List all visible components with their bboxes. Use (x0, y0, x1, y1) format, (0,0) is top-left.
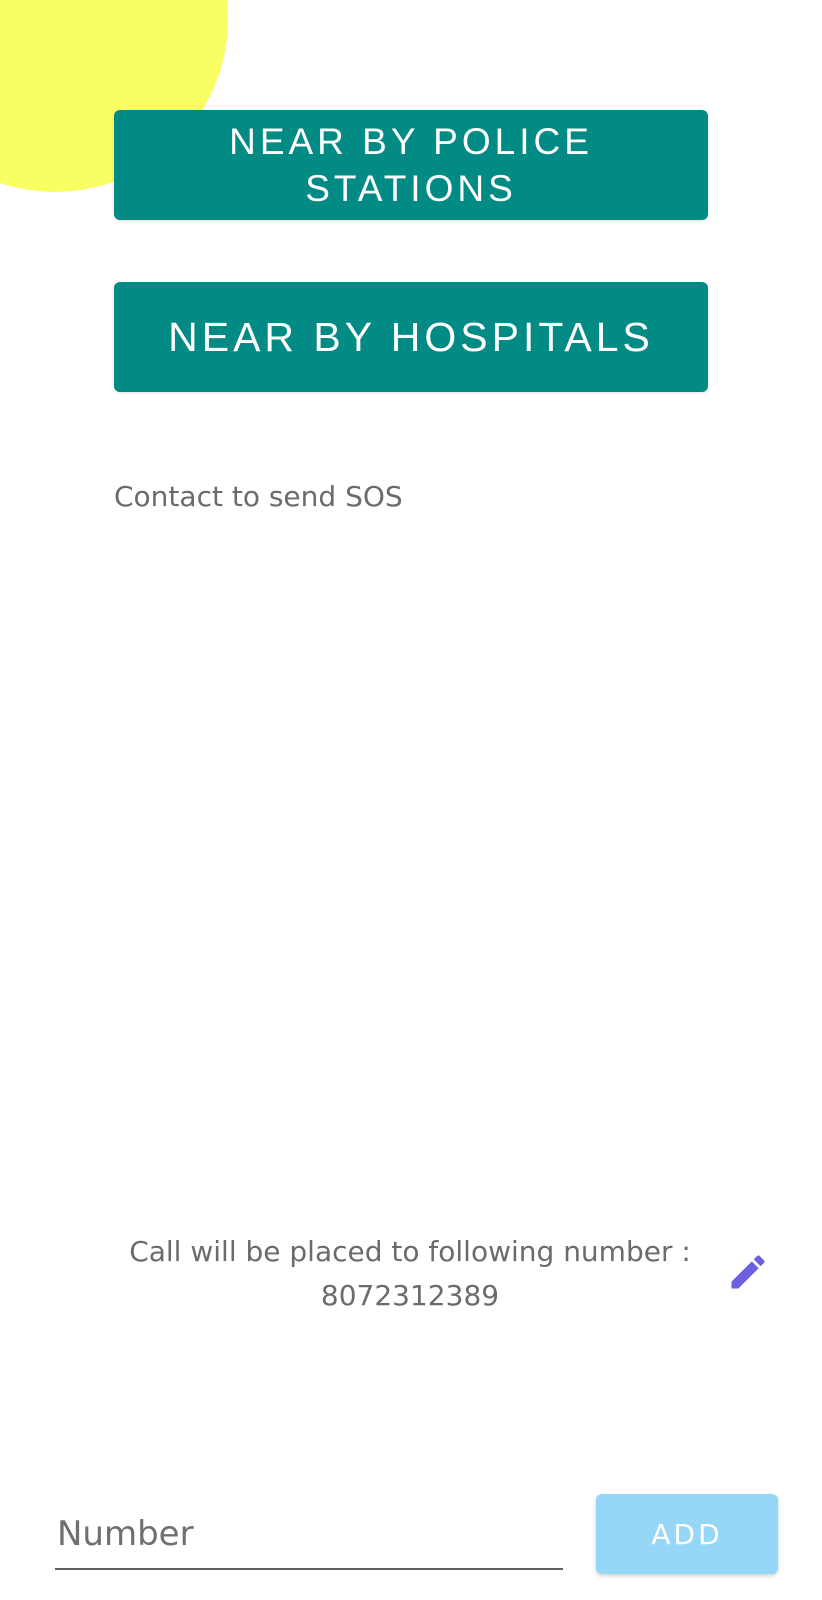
nearby-police-stations-button[interactable]: NEAR BY POLICE STATIONS (114, 110, 708, 220)
pencil-icon (731, 1255, 765, 1289)
sos-screen: NEAR BY POLICE STATIONS NEAR BY HOSPITAL… (0, 0, 822, 1600)
edit-number-button[interactable] (724, 1248, 772, 1296)
call-number: 8072312389 (320, 1279, 500, 1312)
add-button[interactable]: ADD (596, 1494, 778, 1574)
nearby-hospitals-button[interactable]: NEAR BY HOSPITALS (114, 282, 708, 392)
call-info: Call will be placed to following number … (100, 1230, 720, 1318)
call-info-text: Call will be placed to following number … (129, 1235, 691, 1268)
number-input[interactable] (55, 1506, 563, 1570)
sos-contacts-label: Contact to send SOS (114, 480, 403, 513)
